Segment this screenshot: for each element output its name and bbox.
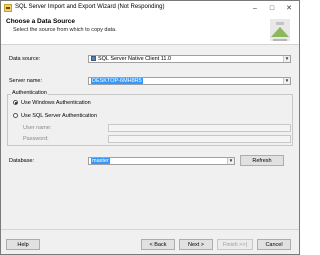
cancel-button[interactable]: Cancel (257, 239, 291, 250)
server-name-combobox[interactable]: DESKTOP-6MH8R5 ▼ (88, 77, 291, 85)
chevron-down-icon: ▼ (283, 56, 290, 62)
finish-button[interactable]: Finish >>| (217, 239, 253, 250)
server-name-label: Server name: (9, 78, 43, 84)
wizard-window: SQL Server Import and Export Wizard (Not… (0, 0, 300, 255)
password-label: Password: (23, 136, 49, 142)
authentication-group-label: Authentication (11, 90, 48, 96)
page-header: Choose a Data Source Select the source f… (1, 15, 299, 45)
chevron-down-icon: ▼ (227, 158, 234, 164)
windows-auth-radio[interactable] (13, 100, 18, 105)
help-button[interactable]: Help (6, 239, 40, 250)
footer-divider (1, 229, 299, 230)
minimize-button[interactable]: – (247, 1, 263, 15)
page-title: Choose a Data Source (6, 18, 75, 25)
wizard-logo-icon (270, 19, 290, 41)
data-source-value: SQL Server Native Client 11.0 (98, 56, 172, 62)
window-title: SQL Server Import and Export Wizard (Not… (15, 4, 165, 10)
server-name-value: DESKTOP-6MH8R5 (91, 78, 143, 84)
chevron-down-icon: ▼ (283, 78, 290, 84)
title-bar: SQL Server Import and Export Wizard (Not… (1, 1, 299, 15)
native-client-icon (91, 56, 96, 62)
data-source-select[interactable]: SQL Server Native Client 11.0 ▼ (88, 55, 291, 63)
data-source-label: Data source: (9, 56, 41, 62)
import-export-icon (4, 4, 12, 12)
user-name-field[interactable] (108, 124, 291, 132)
windows-auth-label[interactable]: Use Windows Authentication (21, 100, 91, 106)
maximize-button[interactable]: □ (264, 1, 280, 15)
database-label: Database: (9, 158, 35, 164)
refresh-button[interactable]: Refresh (240, 155, 284, 166)
database-value: master (91, 158, 110, 164)
sql-auth-radio[interactable] (13, 113, 18, 118)
user-name-label: User name: (23, 125, 52, 131)
back-button[interactable]: < Back (141, 239, 175, 250)
sql-auth-label[interactable]: Use SQL Server Authentication (21, 113, 97, 119)
close-button[interactable]: ✕ (281, 1, 297, 15)
page-subtitle: Select the source from which to copy dat… (13, 27, 117, 33)
database-select[interactable]: master ▼ (88, 157, 235, 165)
password-field[interactable] (108, 135, 291, 143)
next-button[interactable]: Next > (179, 239, 213, 250)
